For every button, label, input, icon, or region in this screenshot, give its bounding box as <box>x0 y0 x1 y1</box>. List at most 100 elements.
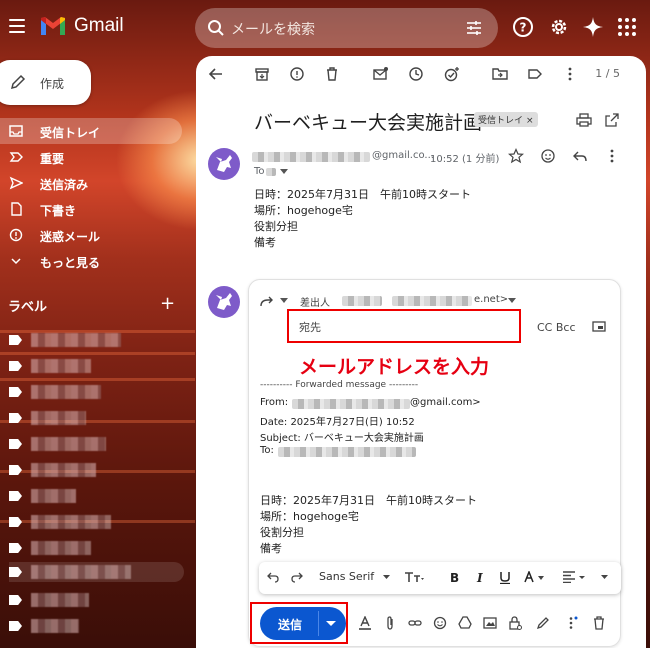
label-item[interactable] <box>9 382 184 402</box>
move-to-folder-icon[interactable] <box>492 66 508 82</box>
body-line: 場所：hogehoge宅 <box>254 204 353 217</box>
label-tag-icon <box>9 543 22 553</box>
add-label-button[interactable]: + <box>160 293 175 314</box>
label-item[interactable] <box>9 512 184 532</box>
font-family-select[interactable]: Sans Serif <box>319 570 374 583</box>
google-drive-icon[interactable] <box>458 616 472 630</box>
report-spam-icon[interactable] <box>289 66 305 82</box>
settings-gear-icon[interactable] <box>548 16 570 38</box>
popout-window-icon[interactable] <box>592 321 606 332</box>
label-item[interactable] <box>9 330 184 350</box>
font-size-icon[interactable] <box>404 571 424 583</box>
label-item[interactable] <box>9 590 184 610</box>
label-tag-icon <box>9 413 22 423</box>
sidebar-item-spam[interactable]: 迷惑メール <box>0 222 182 248</box>
label-item[interactable] <box>9 434 184 454</box>
message-more-icon[interactable] <box>604 148 620 164</box>
search-options-icon[interactable] <box>466 20 482 36</box>
add-task-icon[interactable] <box>444 66 460 82</box>
insert-emoji-icon[interactable] <box>433 616 447 630</box>
more-vert-icon[interactable] <box>562 66 578 82</box>
fwd-date: Date: 2025年7月27日(日) 10:52 <box>260 417 415 428</box>
redacted-label <box>31 515 111 529</box>
sidebar-item-drafts[interactable]: 下書き <box>0 196 182 222</box>
align-icon[interactable] <box>562 571 586 583</box>
reply-arrow-icon[interactable] <box>572 148 588 164</box>
gmail-logo-icon[interactable] <box>40 16 66 36</box>
confidential-mode-icon[interactable] <box>508 616 522 630</box>
underline-icon[interactable] <box>499 571 511 584</box>
insert-link-icon[interactable] <box>408 616 422 630</box>
redacted-fwd-to <box>278 447 416 457</box>
schedule-send-chevron-icon[interactable] <box>326 621 336 626</box>
redacted-label <box>31 333 121 347</box>
redacted-label <box>31 411 86 425</box>
compose-button[interactable]: 作成 <box>0 60 91 105</box>
inbox-label-chip[interactable]: 受信トレイ × <box>474 112 538 127</box>
search-input[interactable]: メールを検索 <box>231 19 315 39</box>
my-avatar[interactable] <box>208 286 240 318</box>
discard-draft-trash-icon[interactable] <box>592 616 606 630</box>
archive-icon[interactable] <box>254 66 270 82</box>
sidebar-item-important[interactable]: 重要 <box>0 144 182 170</box>
back-arrow-icon[interactable] <box>208 66 224 82</box>
help-icon[interactable]: ? <box>512 16 534 38</box>
italic-icon[interactable]: I <box>474 571 486 583</box>
label-tag-icon <box>9 491 22 501</box>
label-item[interactable] <box>9 538 184 558</box>
open-new-window-icon[interactable] <box>604 112 620 128</box>
mark-unread-icon[interactable] <box>373 66 389 82</box>
apps-grid-icon[interactable] <box>616 16 638 38</box>
attach-file-icon[interactable] <box>383 616 397 630</box>
sender-avatar[interactable] <box>208 148 240 180</box>
print-icon[interactable] <box>576 112 592 128</box>
label-icon[interactable] <box>527 66 543 82</box>
reply-type-chevron-icon[interactable] <box>280 298 288 304</box>
sidebar-item-more[interactable]: もっと見る <box>0 248 182 274</box>
remove-label-icon[interactable]: × <box>526 116 534 126</box>
from-chevron-icon[interactable] <box>508 298 516 304</box>
redacted-recipient <box>266 168 276 176</box>
forward-arrow-icon[interactable] <box>260 295 274 307</box>
fwd-to-prefix: To: <box>260 445 274 456</box>
label-item[interactable] <box>9 408 184 428</box>
label-item[interactable] <box>9 616 184 636</box>
label-item[interactable] <box>9 356 184 376</box>
from-suffix: e.net> <box>474 294 509 305</box>
gemini-sparkle-icon[interactable] <box>582 16 604 38</box>
cc-bcc-link[interactable]: CC Bcc <box>537 321 576 334</box>
font-chevron-icon[interactable] <box>383 575 390 580</box>
label-tag-icon <box>9 465 22 475</box>
redacted-from <box>342 296 382 306</box>
send-button[interactable]: 送信 <box>260 607 346 640</box>
label-item[interactable] <box>9 486 184 506</box>
body-line: 役割分担 <box>254 220 298 233</box>
inbox-chip-label: 受信トレイ <box>478 116 524 126</box>
main-menu-icon[interactable] <box>9 19 25 33</box>
to-field[interactable]: 宛先 <box>287 309 521 343</box>
more-formatting-icon[interactable] <box>601 575 608 580</box>
formatting-options-icon[interactable] <box>358 616 372 630</box>
search-icon[interactable] <box>207 19 225 37</box>
undo-icon[interactable] <box>267 571 279 583</box>
snooze-clock-icon[interactable] <box>408 66 424 82</box>
label-item[interactable] <box>9 562 184 582</box>
signature-pen-icon[interactable] <box>536 616 550 630</box>
trash-icon[interactable] <box>324 66 340 82</box>
more-options-icon[interactable] <box>564 616 578 630</box>
star-icon[interactable] <box>508 148 524 164</box>
redo-icon[interactable] <box>291 571 303 583</box>
sidebar-item-inbox[interactable]: 受信トレイ <box>0 118 182 144</box>
pager-text: 1 / 5 <box>595 67 620 80</box>
search-bar[interactable]: メールを検索 <box>195 8 498 48</box>
text-color-icon[interactable] <box>524 571 546 584</box>
forward-header: ---------- Forwarded message --------- <box>260 380 419 390</box>
sidebar-item-label: もっと見る <box>40 256 101 270</box>
sidebar-item-sent[interactable]: 送信済み <box>0 170 182 196</box>
app-name: Gmail <box>74 15 124 36</box>
recipient-details-chevron-icon[interactable] <box>280 169 288 175</box>
insert-photo-icon[interactable] <box>483 616 497 630</box>
label-item[interactable] <box>9 460 184 480</box>
emoji-react-icon[interactable] <box>540 148 556 164</box>
bold-icon[interactable]: B <box>448 571 460 583</box>
